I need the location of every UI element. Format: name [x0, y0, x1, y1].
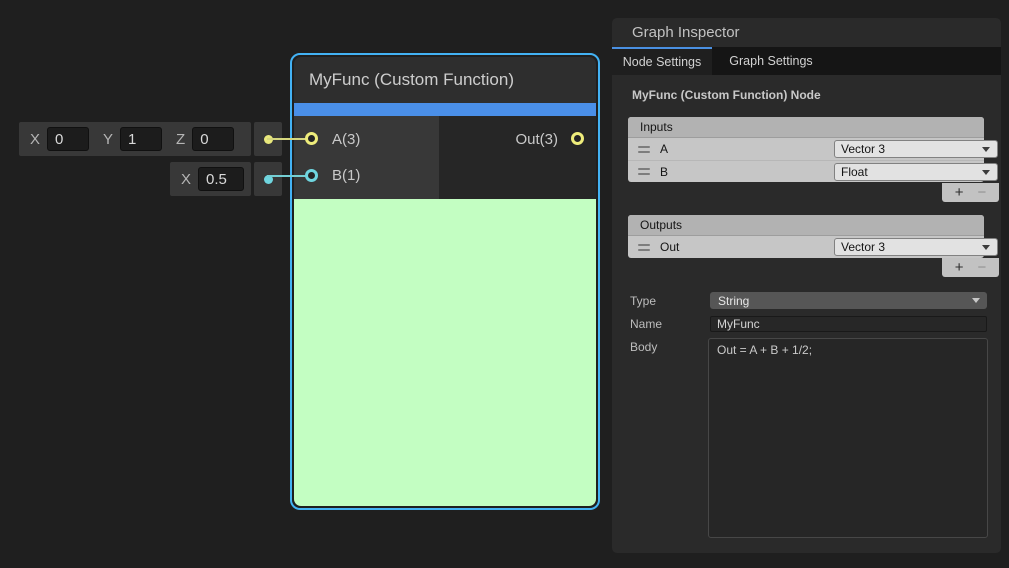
type-dropdown[interactable]: String [710, 292, 987, 309]
input-port-b-label: B(1) [332, 167, 360, 184]
port-out-icon[interactable] [571, 132, 584, 145]
shader-graph-canvas[interactable]: X Y Z X MyFunc (Custom Function) A(3) B(… [0, 0, 1009, 568]
drag-handle-icon[interactable] [638, 168, 650, 175]
input-port-a-label: A(3) [332, 131, 360, 148]
vector3-z-group: Z [176, 127, 234, 151]
node-title: MyFunc (Custom Function) [309, 70, 514, 90]
drag-handle-icon[interactable] [638, 244, 650, 251]
name-label: Name [630, 317, 662, 331]
chevron-down-icon [982, 245, 990, 250]
input-b-type-dropdown[interactable]: Float [834, 163, 998, 181]
vector3-x-group: X [30, 127, 89, 151]
node-input-port-panel [294, 116, 439, 199]
type-value: String [718, 294, 749, 308]
y-value-field[interactable] [120, 127, 162, 151]
output-row-out[interactable]: Out Vector 3 [628, 236, 984, 258]
inputs-list: Inputs A Vector 3 B Float [628, 117, 984, 182]
float-input-widget: X [170, 162, 251, 196]
float-port-stub[interactable] [254, 162, 282, 196]
input-a-type-value: Vector 3 [841, 142, 885, 156]
node-port-area: A(3) B(1) Out(3) [294, 116, 596, 199]
inspector-node-heading: MyFunc (Custom Function) Node [612, 75, 1001, 102]
type-label: Type [630, 294, 656, 308]
input-a-name: A [660, 142, 668, 156]
inspector-tab-strip: Node Settings Graph Settings [612, 47, 1001, 75]
output-out-name: Out [660, 240, 679, 254]
input-a-type-dropdown[interactable]: Vector 3 [834, 140, 998, 158]
port-b-icon[interactable] [305, 169, 318, 182]
float-x-label: X [181, 171, 191, 188]
port-a-icon[interactable] [305, 132, 318, 145]
output-out-type-value: Vector 3 [841, 240, 885, 254]
add-input-button[interactable]: + [955, 185, 964, 200]
outputs-list-header: Outputs [628, 215, 984, 236]
tab-graph-settings[interactable]: Graph Settings [712, 47, 830, 75]
tab-graph-settings-label: Graph Settings [729, 54, 812, 68]
graph-inspector-panel: Graph Inspector Node Settings Graph Sett… [612, 18, 1001, 553]
z-value-field[interactable] [192, 127, 234, 151]
input-row-b[interactable]: B Float [628, 160, 984, 182]
inputs-list-title: Inputs [640, 120, 673, 134]
node-preview-area [294, 199, 596, 506]
output-out-type-dropdown[interactable]: Vector 3 [834, 238, 998, 256]
remove-output-button[interactable]: − [978, 260, 987, 275]
inputs-list-header: Inputs [628, 117, 984, 138]
remove-input-button[interactable]: − [978, 185, 987, 200]
outputs-list-title: Outputs [640, 218, 682, 232]
tab-node-settings[interactable]: Node Settings [612, 47, 712, 75]
name-field[interactable] [710, 316, 987, 332]
outputs-list-footer: + − [942, 258, 999, 277]
input-b-type-value: Float [841, 165, 868, 179]
vector3-y-group: Y [103, 127, 162, 151]
x-label: X [30, 131, 40, 148]
chevron-down-icon [972, 298, 980, 303]
custom-function-node[interactable]: MyFunc (Custom Function) A(3) B(1) Out(3… [290, 53, 600, 510]
y-label: Y [103, 131, 113, 148]
tab-node-settings-label: Node Settings [623, 55, 702, 69]
body-field[interactable]: Out = A + B + 1/2; [708, 338, 988, 538]
chevron-down-icon [982, 170, 990, 175]
inspector-title: Graph Inspector [632, 24, 740, 41]
add-output-button[interactable]: + [955, 260, 964, 275]
z-label: Z [176, 131, 185, 148]
node-accent-bar [294, 103, 596, 116]
outputs-list: Outputs Out Vector 3 [628, 215, 984, 258]
input-b-name: B [660, 165, 668, 179]
output-port-out-label: Out(3) [515, 131, 558, 148]
input-row-a[interactable]: A Vector 3 [628, 138, 984, 160]
inputs-list-footer: + − [942, 183, 999, 202]
body-label: Body [630, 340, 657, 354]
drag-handle-icon[interactable] [638, 146, 650, 153]
chevron-down-icon [982, 147, 990, 152]
node-title-bar[interactable]: MyFunc (Custom Function) [294, 57, 596, 103]
x-value-field[interactable] [47, 127, 89, 151]
vector3-input-widget: X Y Z [19, 122, 251, 156]
float-value-field[interactable] [198, 167, 244, 191]
inspector-title-bar[interactable]: Graph Inspector [612, 18, 1001, 47]
